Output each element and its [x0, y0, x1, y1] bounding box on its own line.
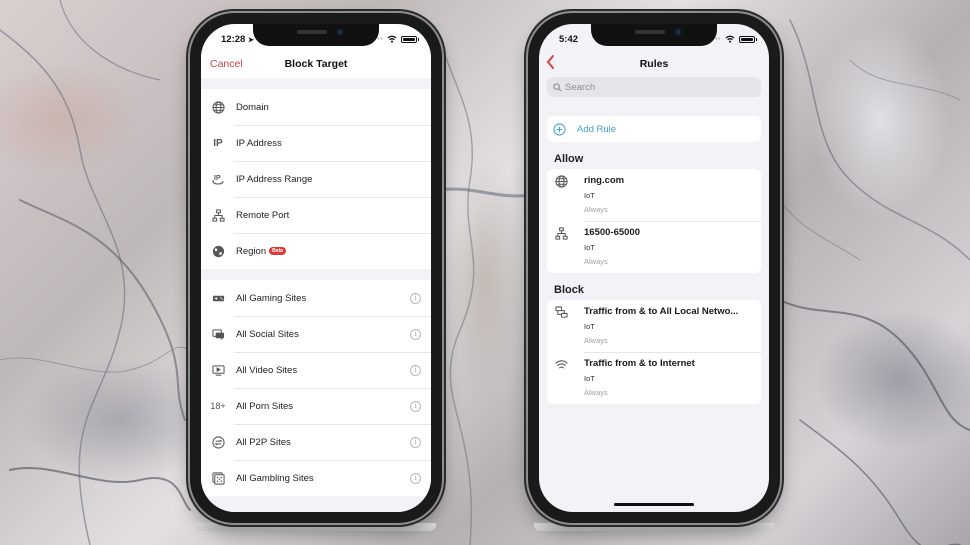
rule-device: IoT — [584, 191, 595, 200]
row-label: All Video Sites — [236, 364, 298, 376]
chevron-left-icon — [546, 55, 554, 69]
rule-schedule: Always — [584, 388, 608, 397]
rule-item[interactable]: ring.com IoT Always — [547, 169, 761, 221]
row-label: All Gaming Sites — [236, 292, 307, 304]
rule-device: IoT — [584, 243, 595, 252]
local-network-icon — [555, 306, 569, 320]
video-icon — [211, 363, 225, 377]
category-video[interactable]: All Video Sites i — [201, 352, 431, 388]
status-time: 12:28 ➤ — [221, 33, 254, 45]
search-bar[interactable] — [547, 77, 761, 97]
wifi-status-icon — [387, 35, 397, 43]
row-label: Region — [236, 245, 267, 257]
rule-title: 16500-65000 — [584, 227, 640, 238]
category-gambling[interactable]: All Gambling Sites i — [201, 460, 431, 496]
row-label: All P2P Sites — [236, 436, 291, 448]
nav-bar: Cancel Block Target — [201, 50, 431, 78]
rule-item[interactable]: 16500-65000 IoT Always — [547, 221, 761, 273]
section-header-block: Block — [554, 284, 584, 296]
wifi-status-icon — [725, 35, 735, 43]
nav-bar: Rules — [539, 50, 769, 77]
rule-title: Traffic from & to Internet — [584, 358, 695, 369]
rule-item[interactable]: Traffic from & to All Local Netwo... IoT… — [547, 300, 761, 352]
info-icon[interactable]: i — [410, 472, 421, 484]
section-header-allow: Allow — [554, 153, 584, 165]
ip-range-icon: IP — [211, 172, 225, 186]
rules-screen: 5:42 •••• Rules Add Rule Allow — [539, 24, 769, 512]
globe-icon — [555, 175, 569, 189]
target-region[interactable]: Region Beta — [201, 233, 431, 269]
adult-18-icon: 18+ — [210, 401, 226, 411]
target-ip-address[interactable]: IP IP Address — [201, 125, 431, 161]
rule-schedule: Always — [584, 336, 608, 345]
row-label: All Gambling Sites — [236, 472, 314, 484]
chat-bubbles-icon — [211, 327, 225, 341]
info-icon[interactable]: i — [410, 292, 421, 304]
rule-schedule: Always — [584, 257, 608, 266]
ip-icon: IP — [213, 137, 223, 149]
back-button[interactable] — [546, 55, 555, 74]
info-icon[interactable]: i — [410, 364, 421, 376]
notch — [591, 24, 717, 46]
search-input[interactable] — [565, 81, 745, 93]
info-icon[interactable]: i — [410, 328, 421, 340]
phone-frame-rules: 5:42 •••• Rules Add Rule Allow — [528, 13, 780, 531]
phone-frame-block-target: 12:28 ➤ •••• Cancel Block Target Domain … — [190, 13, 442, 531]
earth-icon — [211, 244, 225, 258]
page-title: Block Target — [284, 58, 348, 70]
info-icon[interactable]: i — [410, 400, 421, 412]
cancel-button[interactable]: Cancel — [210, 58, 243, 70]
target-ip-address-range[interactable]: IP IP Address Range — [201, 161, 431, 197]
info-icon[interactable]: i — [410, 436, 421, 448]
category-porn[interactable]: 18+ All Porn Sites i — [201, 388, 431, 424]
row-label: IP Address — [236, 137, 282, 149]
target-domain[interactable]: Domain — [201, 89, 431, 125]
home-indicator[interactable] — [614, 503, 694, 506]
network-icon — [211, 208, 225, 222]
row-label: Remote Port — [236, 209, 290, 221]
category-social[interactable]: All Social Sites i — [201, 316, 431, 352]
wifi-icon — [555, 358, 569, 372]
row-label: IP Address Range — [236, 173, 313, 185]
category-gaming[interactable]: All Gaming Sites i — [201, 280, 431, 316]
group-separator — [201, 78, 431, 89]
notch — [253, 24, 379, 46]
rule-schedule: Always — [584, 205, 608, 214]
group-separator — [201, 496, 431, 512]
target-remote-port[interactable]: Remote Port — [201, 197, 431, 233]
plus-circle-icon — [553, 122, 566, 136]
group-separator — [201, 269, 431, 280]
category-p2p[interactable]: All P2P Sites i — [201, 424, 431, 460]
rule-device: IoT — [584, 322, 595, 331]
dice-icon — [211, 471, 225, 485]
row-label: All Social Sites — [236, 328, 299, 340]
page-title: Rules — [639, 57, 669, 70]
add-rule-label: Add Rule — [577, 123, 617, 135]
p2p-icon — [211, 435, 225, 449]
network-icon — [555, 227, 569, 241]
rule-title: ring.com — [584, 175, 625, 186]
site-category-list: All Gaming Sites i All Social Sites i Al… — [201, 280, 431, 496]
row-label: Domain — [236, 101, 269, 113]
block-target-screen: 12:28 ➤ •••• Cancel Block Target Domain … — [201, 24, 431, 512]
battery-icon — [401, 35, 419, 43]
rule-title: Traffic from & to All Local Netwo... — [584, 306, 739, 317]
add-rule-button[interactable]: Add Rule — [547, 116, 761, 142]
allow-rules-list: ring.com IoT Always 16500-65000 IoT Alwa… — [547, 169, 761, 273]
marble-background — [0, 0, 970, 545]
gamepad-icon — [211, 291, 225, 305]
target-type-list: Domain IP IP Address IP IP Address Range… — [201, 89, 431, 269]
search-icon — [553, 82, 562, 91]
rule-device: IoT — [584, 374, 595, 383]
globe-icon — [211, 100, 225, 114]
beta-badge: Beta — [269, 247, 286, 255]
svg-text:IP: IP — [214, 175, 221, 182]
status-time: 5:42 — [559, 33, 579, 45]
rule-item[interactable]: Traffic from & to Internet IoT Always — [547, 352, 761, 404]
row-label: All Porn Sites — [236, 400, 294, 412]
location-arrow-icon: ➤ — [247, 36, 254, 44]
block-rules-list: Traffic from & to All Local Netwo... IoT… — [547, 300, 761, 404]
battery-icon — [739, 35, 757, 43]
